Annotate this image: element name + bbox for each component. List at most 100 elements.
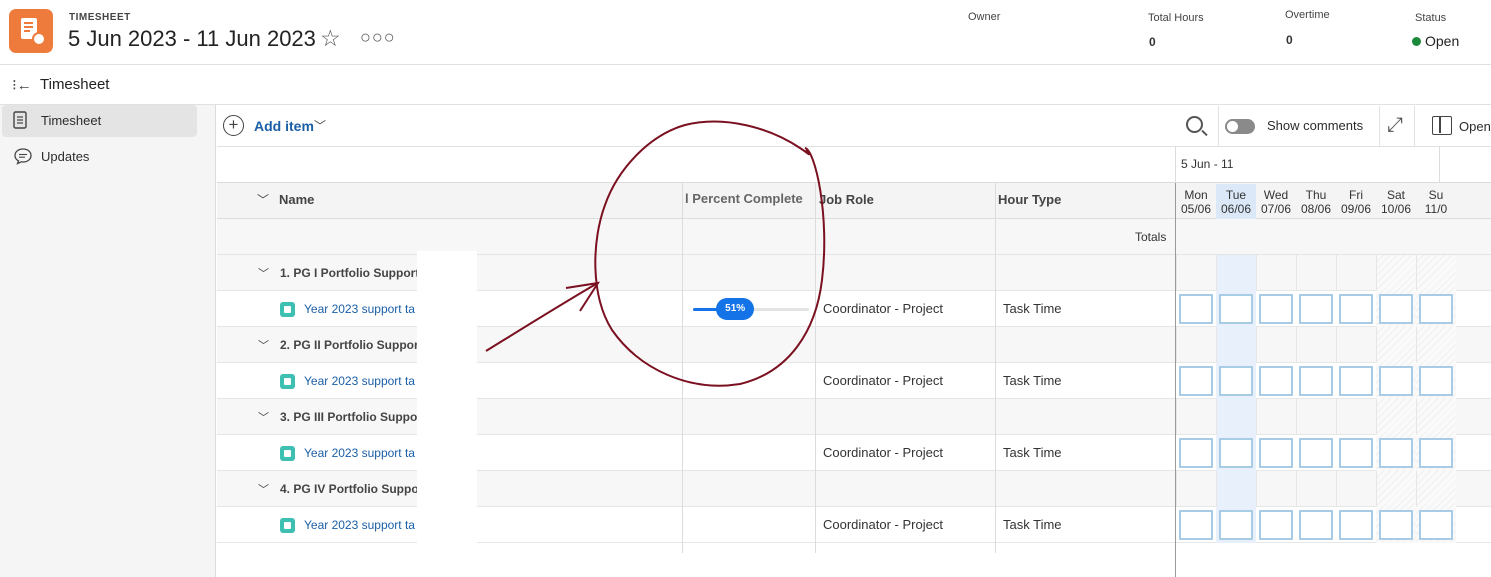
show-comments-toggle[interactable] <box>1225 119 1255 134</box>
toolbar-divider <box>1218 106 1219 146</box>
hours-input[interactable] <box>1179 510 1213 540</box>
hours-input[interactable] <box>1179 294 1213 324</box>
status-label: Status <box>1415 12 1447 24</box>
more-icon[interactable]: ○○○ <box>360 27 396 48</box>
hours-input[interactable] <box>1419 438 1453 468</box>
star-icon[interactable]: ☆ <box>320 26 341 50</box>
nav-item-updates[interactable]: Updates <box>2 141 197 173</box>
hours-input[interactable] <box>1219 366 1253 396</box>
hours-input[interactable] <box>1299 366 1333 396</box>
section-title: Timesheet <box>40 76 110 93</box>
job-role-cell: Coordinator - Project <box>823 517 943 532</box>
hours-input[interactable] <box>1179 366 1213 396</box>
day-name: Sat <box>1386 188 1405 202</box>
hours-input[interactable] <box>1379 438 1413 468</box>
day-cell <box>1376 255 1416 291</box>
hours-input[interactable] <box>1259 438 1293 468</box>
chevron-down-icon[interactable]: ﹀ <box>258 337 269 353</box>
group-row[interactable]: ﹀ 4. PG IV Portfolio Suppo <box>217 471 1491 507</box>
hours-input[interactable] <box>1299 438 1333 468</box>
hour-type-cell: Task Time <box>1003 301 1062 316</box>
total-hours-label: Total Hours <box>1148 12 1204 24</box>
totals-label: Totals <box>1135 230 1167 244</box>
percent-complete-bar[interactable]: 51% <box>693 298 809 320</box>
day-header: Fri 09/06 <box>1336 184 1376 219</box>
task-icon <box>280 518 295 533</box>
hours-input[interactable] <box>1179 438 1213 468</box>
expand-icon[interactable]: ⤢ <box>1387 114 1403 137</box>
search-icon[interactable] <box>1186 116 1203 133</box>
task-link[interactable]: Year 2023 support ta <box>304 302 415 316</box>
owner-label: Owner <box>968 11 1001 23</box>
total-hours-value: 0 <box>1149 35 1156 49</box>
hours-input[interactable] <box>1259 510 1293 540</box>
task-link[interactable]: Year 2023 support ta <box>304 446 415 460</box>
chevron-down-icon[interactable]: ﹀ <box>258 265 269 281</box>
hours-input[interactable] <box>1339 510 1373 540</box>
group-row[interactable]: ﹀ 1. PG I Portfolio Support <box>217 255 1491 291</box>
hours-input[interactable] <box>1419 294 1453 324</box>
day-cell <box>1176 327 1216 363</box>
collapse-panel-icon[interactable]: ⁝← <box>12 76 32 94</box>
column-header-percent-complete[interactable]: l Percent Complete <box>685 191 803 206</box>
hours-input[interactable] <box>1379 510 1413 540</box>
add-icon[interactable]: + <box>223 115 244 136</box>
hours-input[interactable] <box>1419 510 1453 540</box>
column-header-job-role[interactable]: Job Role <box>819 192 874 207</box>
week-header: 5 Jun - 11 <box>217 147 1491 183</box>
day-cell <box>1216 471 1256 507</box>
day-cell <box>1216 327 1256 363</box>
chevron-down-icon[interactable]: ﹀ <box>258 409 269 425</box>
day-header: Mon 05/06 <box>1176 184 1216 219</box>
day-header: Su 11/0 <box>1416 184 1456 219</box>
hours-input[interactable] <box>1299 294 1333 324</box>
group-row[interactable]: ﹀ 3. PG III Portfolio Suppo <box>217 399 1491 435</box>
open-panel-icon[interactable] <box>1432 116 1452 135</box>
day-cell <box>1416 399 1456 435</box>
day-header: Wed 07/06 <box>1256 184 1296 219</box>
group-row[interactable]: ﹀ 2. PG II Portfolio Suppor <box>217 327 1491 363</box>
day-date: 07/06 <box>1260 202 1292 216</box>
column-header-name[interactable]: Name <box>279 192 314 207</box>
day-cell <box>1296 327 1336 363</box>
day-name: Thu <box>1305 188 1327 202</box>
hours-input[interactable] <box>1219 438 1253 468</box>
hours-input[interactable] <box>1219 510 1253 540</box>
chevron-down-icon[interactable]: ﹀ <box>314 117 326 134</box>
hours-input[interactable] <box>1259 294 1293 324</box>
hours-input[interactable] <box>1339 438 1373 468</box>
task-row[interactable]: Year 2023 support ta Coordinator - Projec… <box>217 435 1491 471</box>
hours-input[interactable] <box>1339 366 1373 396</box>
day-cell <box>1256 255 1296 291</box>
task-link[interactable]: Year 2023 support ta <box>304 518 415 532</box>
redaction-patch <box>232 545 415 577</box>
hours-input[interactable] <box>1379 366 1413 396</box>
chevron-down-icon[interactable]: ﹀ <box>258 481 269 497</box>
column-header-hour-type[interactable]: Hour Type <box>998 192 1061 207</box>
nav-item-timesheet[interactable]: Timesheet <box>2 105 197 137</box>
task-link[interactable]: Year 2023 support ta <box>304 374 415 388</box>
task-row[interactable]: Year 2023 support ta Coordinator - Projec… <box>217 363 1491 399</box>
status-text: Open <box>1425 33 1460 49</box>
day-name: Fri <box>1349 188 1363 202</box>
day-date: 10/06 <box>1380 202 1412 216</box>
chevron-down-icon[interactable]: ﹀ <box>257 191 269 208</box>
day-cell <box>1296 399 1336 435</box>
page-kicker: TIMESHEET <box>69 12 131 23</box>
task-row[interactable]: Year 2023 support ta Coordinator - Projec… <box>217 507 1491 543</box>
task-icon <box>280 302 295 317</box>
hours-input[interactable] <box>1419 366 1453 396</box>
day-cell <box>1376 327 1416 363</box>
open-button[interactable]: Open <box>1459 119 1491 134</box>
hours-input[interactable] <box>1259 366 1293 396</box>
group-name: 3. PG III Portfolio Suppo <box>280 410 418 424</box>
hours-input[interactable] <box>1339 294 1373 324</box>
owner-value[interactable] <box>959 27 1091 57</box>
add-item-button[interactable]: Add item <box>254 118 314 134</box>
task-icon <box>280 446 295 461</box>
task-row[interactable]: Year 2023 support ta Coordinator - Projec… <box>217 291 1491 327</box>
hours-input[interactable] <box>1299 510 1333 540</box>
left-nav: Timesheet Updates <box>0 105 216 577</box>
hours-input[interactable] <box>1379 294 1413 324</box>
hours-input[interactable] <box>1219 294 1253 324</box>
